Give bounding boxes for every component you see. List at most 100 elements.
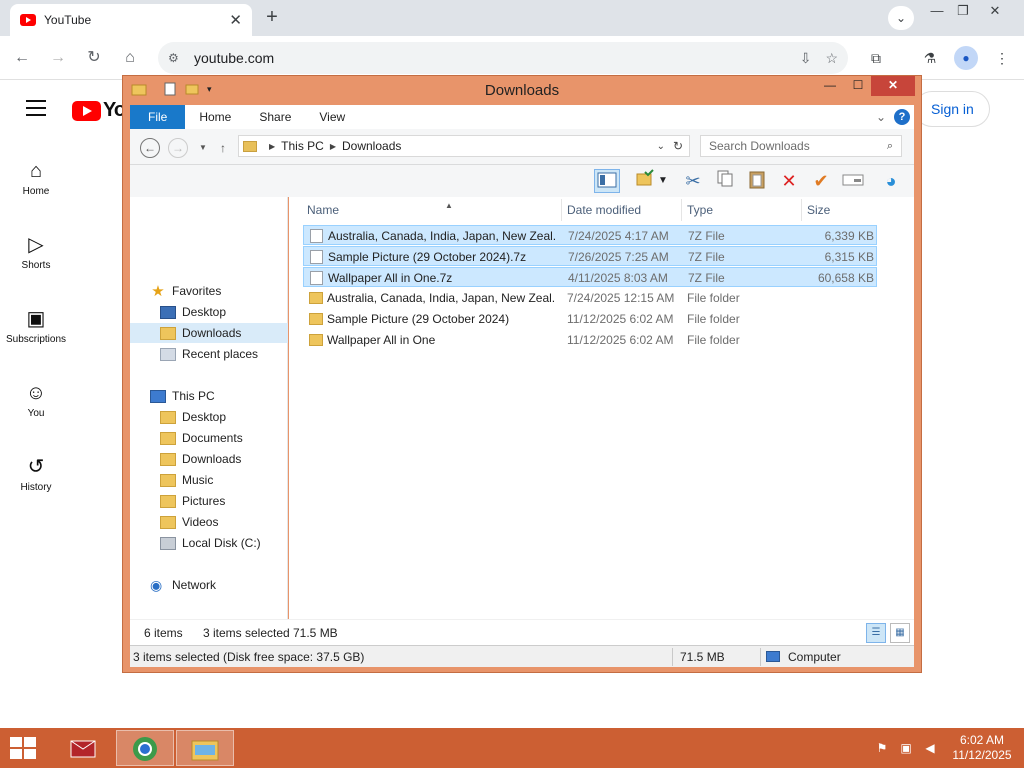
column-header-size[interactable]: Size [807,203,830,217]
taskbar-app-file-explorer[interactable] [176,730,234,766]
menu-kebab-icon[interactable]: ⋮ [990,46,1014,70]
file-icon [310,229,323,243]
tab-file[interactable]: File [130,105,186,129]
help-icon[interactable]: ? [894,109,910,125]
file-row[interactable]: Sample Picture (29 October 2024) 11/12/20… [303,309,877,329]
nav-pc-desktop[interactable]: Desktop [130,407,288,427]
tab-youtube[interactable]: YouTube ✕ [10,4,252,36]
large-icons-view-icon[interactable]: ▦ [890,623,910,643]
sidebar-item-subscriptions[interactable]: ▣ Subscriptions [0,306,72,345]
sidebar-item-shorts[interactable]: ▷ Shorts [0,232,72,271]
breadcrumb-arrow-icon[interactable]: ▶ [330,142,336,151]
taskbar-app-chrome[interactable] [116,730,174,766]
globe-icon[interactable]: ◕ [878,169,904,193]
sidebar-item-you[interactable]: ☺ You [0,380,72,419]
extensions-icon[interactable]: ⧉ [864,46,888,70]
address-dropdown-icon[interactable]: ⌄ [657,141,665,152]
cut-icon[interactable]: ✂ [680,169,706,193]
breadcrumb-this-pc[interactable]: This PC [281,139,324,153]
labs-icon[interactable]: ⚗ [918,46,942,70]
taskbar-app-winrar[interactable] [54,730,112,766]
copy-icon[interactable] [712,169,738,193]
search-icon[interactable]: ⌕ [887,140,893,153]
select-icon[interactable] [840,169,866,193]
nav-pc-downloads[interactable]: Downloads [130,449,288,469]
nav-this-pc-label: This PC [172,389,215,403]
file-date-modified: 7/24/2025 12:15 AM [567,291,675,305]
sign-in-button[interactable]: Sign in [914,91,990,127]
infobar-divider [760,648,761,666]
nav-pc-pictures[interactable]: Pictures [130,491,288,511]
explorer-back-icon[interactable]: ← [140,138,160,158]
bookmark-star-icon[interactable]: ☆ [825,50,838,67]
nav-this-pc[interactable]: This PC [130,386,288,406]
column-divider[interactable] [681,199,682,221]
explorer-titlebar[interactable]: ▾ Downloads — ☐ ✕ [123,76,921,104]
nav-favorites-downloads[interactable]: Downloads [130,323,288,343]
site-info-icon[interactable]: ⚙ [168,51,184,65]
column-divider[interactable] [801,199,802,221]
tab-share[interactable]: Share [245,110,305,124]
address-bar[interactable]: ⚙ youtube.com ⇩ ☆ [158,42,848,74]
properties-dropdown-icon[interactable]: ▼ [656,169,670,193]
explorer-forward-icon[interactable]: → [168,138,188,158]
close-tab-icon[interactable]: ✕ [229,11,242,29]
paste-icon[interactable] [744,169,770,193]
details-view-icon[interactable]: ☰ [866,623,886,643]
hamburger-menu-icon[interactable] [26,100,46,121]
breadcrumb-downloads[interactable]: Downloads [342,139,401,153]
rename-checkmark-icon[interactable]: ✔ [808,169,834,193]
tab-search-button[interactable]: ⌄ [888,6,914,30]
column-header-date[interactable]: Date modified [567,203,641,217]
delete-icon[interactable]: ✕ [776,169,802,193]
reload-icon[interactable]: ↻ [82,46,106,70]
column-divider[interactable] [561,199,562,221]
nav-pc-documents[interactable]: Documents [130,428,288,448]
explorer-minimize-button[interactable]: — [815,76,845,96]
back-icon[interactable]: ← [10,46,34,70]
tab-view[interactable]: View [305,110,359,124]
file-row[interactable]: Wallpaper All in One 11/12/2025 6:02 AM Fi… [303,330,877,350]
nav-pc-local-disk[interactable]: Local Disk (C:) [130,533,288,553]
youtube-logo[interactable]: Yo [72,99,126,122]
breadcrumb-arrow-icon[interactable]: ▶ [269,142,275,151]
system-clock[interactable]: 6:02 AM 11/12/2025 [950,733,1014,763]
explorer-maximize-button[interactable]: ☐ [843,76,873,96]
nav-pc-music[interactable]: Music [130,470,288,490]
explorer-close-button[interactable]: ✕ [871,76,915,96]
expand-ribbon-icon[interactable]: ⌄ [876,110,886,124]
install-app-icon[interactable]: ⇩ [800,50,812,67]
column-header-name[interactable]: ▲ Name [307,201,453,217]
profile-avatar[interactable]: ● [954,46,978,70]
action-center-flag-icon[interactable]: ⚑ [874,740,890,756]
file-date-modified: 11/12/2025 6:02 AM [567,312,674,326]
preview-pane-icon[interactable] [594,169,620,193]
url-text[interactable]: youtube.com [194,50,786,66]
start-button[interactable] [10,737,38,761]
explorer-address-bar[interactable]: ▶ This PC ▶ Downloads ⌄ ↻ [238,135,690,157]
properties-folder-icon[interactable] [632,169,658,193]
home-icon[interactable]: ⌂ [118,46,142,70]
close-window-button[interactable]: ✕ [972,0,1018,22]
file-row[interactable]: Wallpaper All in One.7z 4/11/2025 8:03 AM… [303,267,877,287]
forward-icon[interactable]: → [46,46,70,70]
sidebar-item-home[interactable]: ⌂ Home [0,158,72,197]
up-folder-icon[interactable]: ↑ [216,138,230,158]
file-row[interactable]: Australia, Canada, India, Japan, New Zea… [303,288,877,308]
refresh-icon[interactable]: ↻ [673,139,683,153]
file-row[interactable]: Australia, Canada, India, Japan, New Zea… [303,225,877,245]
recent-locations-icon[interactable]: ▼ [196,138,210,158]
explorer-search-input[interactable]: Search Downloads ⌕ [700,135,902,157]
nav-favorites-desktop[interactable]: Desktop [130,302,288,322]
sidebar-item-history[interactable]: ↺ History [0,454,72,493]
nav-pc-videos[interactable]: Videos [130,512,288,532]
nav-favorites-header[interactable]: ★ Favorites [130,281,288,301]
new-tab-button[interactable]: + [260,6,284,30]
network-tray-icon[interactable]: ▣ [898,740,914,756]
nav-network[interactable]: ◉ Network [130,575,288,595]
file-row[interactable]: Sample Picture (29 October 2024).7z 7/26/… [303,246,877,266]
nav-favorites-recent[interactable]: Recent places [130,344,288,364]
column-header-type[interactable]: Type [687,203,713,217]
tab-home[interactable]: Home [185,110,245,124]
volume-muted-icon[interactable]: ◀ [922,740,938,756]
